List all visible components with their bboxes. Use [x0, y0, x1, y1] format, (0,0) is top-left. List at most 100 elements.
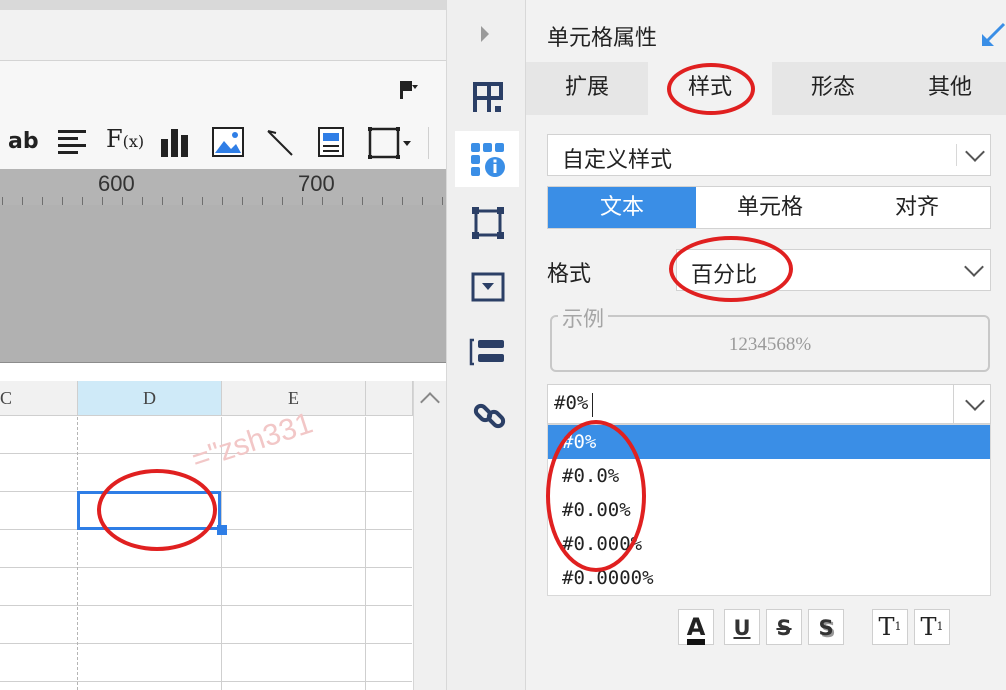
canvas-gap — [0, 363, 446, 381]
ruler-tick — [142, 197, 143, 205]
format-value: 百分比 — [691, 263, 758, 288]
strikethrough-button[interactable]: S — [766, 609, 802, 645]
scroll-up-icon[interactable] — [420, 392, 440, 412]
pattern-input[interactable]: #0% — [554, 392, 588, 414]
spreadsheet-grid[interactable]: C D E — [0, 381, 446, 690]
ruler-tick — [342, 197, 343, 205]
table-layout-icon — [471, 80, 505, 118]
expand-arrow-icon[interactable] — [980, 22, 1006, 52]
format-select[interactable]: 百分比 — [676, 249, 991, 291]
column-line — [365, 417, 366, 690]
widget-button[interactable] — [455, 259, 519, 315]
frame-button[interactable] — [455, 195, 519, 251]
report-editor: ab F(x) 600 700 C D E ="zsh331 — [0, 0, 446, 690]
row-line — [0, 681, 412, 682]
ruler-tick — [262, 197, 263, 205]
row-line — [0, 643, 412, 644]
slash-icon[interactable] — [266, 129, 294, 161]
format-label: 格式 — [547, 262, 592, 287]
tab-style[interactable]: 样式 — [648, 62, 772, 115]
column-header-c[interactable]: C — [0, 381, 78, 416]
ruler-tick — [242, 197, 243, 205]
window-top-strip — [0, 0, 446, 10]
ruler-tick — [122, 197, 123, 205]
ruler-tick — [402, 197, 403, 205]
ruler-tick — [2, 197, 3, 205]
selected-cell-d[interactable] — [77, 491, 221, 530]
ruler-tick — [422, 197, 423, 205]
border-dropdown-icon[interactable] — [368, 127, 414, 163]
ruler-tick — [102, 197, 103, 205]
chevron-down-icon[interactable] — [965, 391, 985, 411]
row-line — [0, 567, 412, 568]
segment-align[interactable]: 对齐 — [844, 187, 990, 228]
rich-text-icon[interactable] — [318, 127, 344, 161]
ruler-tick — [42, 197, 43, 205]
tab-form[interactable]: 形态 — [772, 62, 894, 115]
vertical-scrollbar[interactable] — [413, 381, 446, 690]
ruler-tick — [162, 197, 163, 205]
pattern-combobox[interactable]: #0% — [547, 384, 991, 424]
pattern-option[interactable]: #0.000% — [548, 527, 990, 561]
widget-icon — [471, 272, 505, 306]
cell-properties-panel: 单元格属性 扩展 样式 形态 其他 自定义样式 文本 单元格 对齐 格式 百分比… — [526, 0, 1006, 690]
pattern-option[interactable]: #0.00% — [548, 493, 990, 527]
underline-icon: U — [733, 616, 751, 640]
example-preview: 1234568% — [550, 315, 990, 372]
insert-toolbar: ab F(x) — [0, 115, 446, 170]
ruler-mark-600: 600 — [98, 171, 135, 196]
ruler-tick — [62, 197, 63, 205]
pattern-option[interactable]: #0.0000% — [548, 561, 990, 595]
tab-extend[interactable]: 扩展 — [526, 62, 648, 115]
panel-tabs: 扩展 样式 形态 其他 — [526, 62, 1006, 115]
column-header-f[interactable] — [366, 381, 413, 416]
chevron-down-icon — [964, 257, 984, 277]
editor-iconbar — [0, 61, 446, 115]
list-button[interactable] — [455, 323, 519, 379]
cell-properties-button[interactable] — [455, 131, 519, 187]
pattern-option[interactable]: #0% — [548, 425, 990, 459]
combobox-divider — [953, 385, 954, 423]
ruler-tick — [442, 197, 443, 205]
property-category-bar — [446, 0, 526, 690]
horizontal-ruler: 600 700 — [0, 169, 446, 205]
superscript-button[interactable]: T1 — [872, 609, 908, 645]
design-canvas[interactable] — [0, 205, 446, 363]
flag-dropdown-icon[interactable] — [398, 77, 424, 101]
row-line — [0, 605, 412, 606]
hyperlink-button[interactable] — [455, 387, 519, 443]
strikethrough-icon: S — [776, 616, 792, 640]
text-tool-button[interactable]: ab — [8, 129, 39, 154]
font-color-button[interactable]: A — [678, 609, 714, 645]
tab-other[interactable]: 其他 — [894, 62, 1006, 115]
table-layout-button[interactable] — [455, 68, 519, 124]
shadow-button[interactable]: S — [808, 609, 844, 645]
align-left-icon[interactable] — [58, 128, 86, 158]
superscript-icon: T1 — [878, 613, 902, 641]
font-color-icon: A — [686, 615, 706, 645]
fill-handle[interactable] — [217, 525, 227, 535]
pattern-dropdown-list: #0% #0.0% #0.00% #0.000% #0.0000% — [547, 424, 991, 596]
ruler-tick — [22, 197, 23, 205]
subscript-button[interactable]: T1 — [914, 609, 950, 645]
image-icon[interactable] — [212, 127, 244, 161]
page-break-line — [77, 417, 78, 690]
toolbar-divider — [428, 127, 429, 159]
collapse-arrow-icon[interactable] — [481, 26, 489, 42]
segment-text[interactable]: 文本 — [548, 187, 696, 228]
style-type-select[interactable]: 自定义样式 — [547, 134, 991, 176]
ruler-mark-700: 700 — [298, 171, 335, 196]
bar-chart-icon[interactable] — [160, 127, 190, 161]
pattern-option[interactable]: #0.0% — [548, 459, 990, 493]
column-header-d[interactable]: D — [78, 381, 222, 416]
cell-info-icon — [470, 142, 506, 182]
formula-icon[interactable]: F(x) — [106, 125, 144, 153]
style-type-value: 自定义样式 — [562, 148, 673, 173]
segment-cell[interactable]: 单元格 — [696, 187, 844, 228]
underline-button[interactable]: U — [724, 609, 760, 645]
style-segment-control: 文本 单元格 对齐 — [547, 186, 991, 229]
ruler-tick — [322, 197, 323, 205]
frame-icon — [471, 206, 505, 244]
shadow-icon: S — [818, 616, 834, 640]
ruler-tick — [82, 197, 83, 205]
